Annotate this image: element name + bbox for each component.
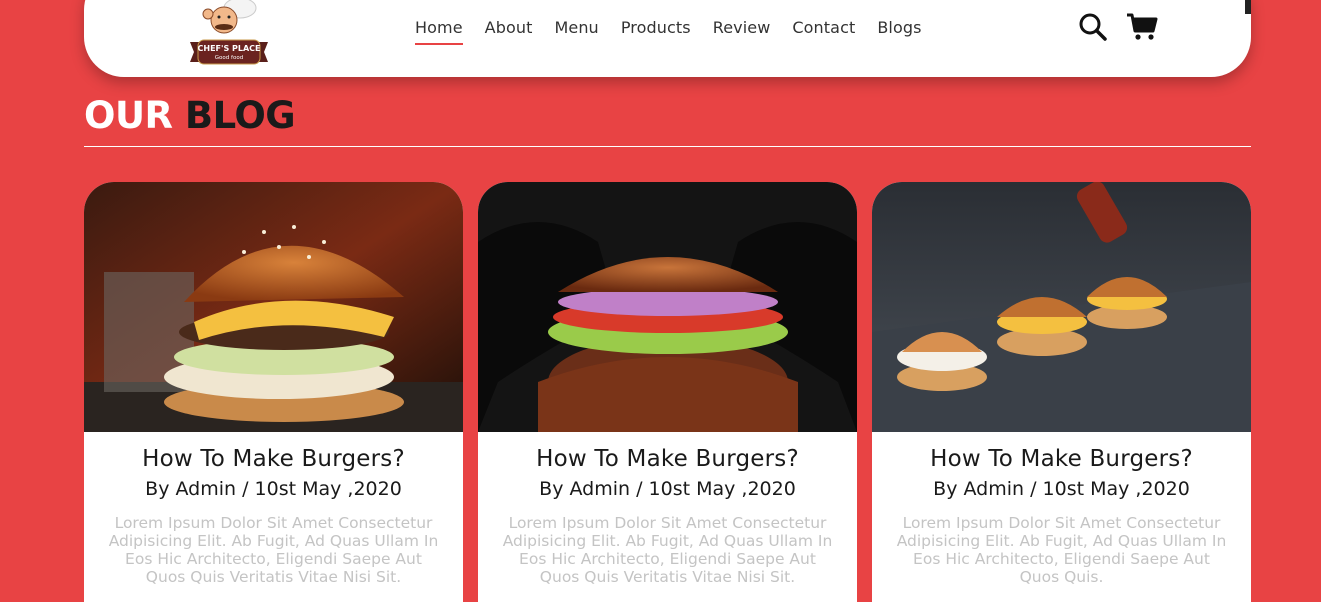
- blog-card[interactable]: How To Make Burgers? By Admin / 10st May…: [872, 182, 1251, 602]
- title-divider: [84, 146, 1251, 147]
- nav-review[interactable]: Review: [702, 17, 782, 45]
- nav-contact[interactable]: Contact: [781, 17, 866, 45]
- blog-card[interactable]: How To Make Burgers? By Admin / 10st May…: [478, 182, 857, 602]
- logo-title: CHEF'S PLACE: [198, 44, 261, 53]
- chef-logo-icon: CHEF'S PLACE Good food: [190, 0, 268, 65]
- blog-image-burger: [84, 182, 463, 432]
- blog-title[interactable]: How To Make Burgers?: [478, 446, 857, 472]
- logo[interactable]: CHEF'S PLACE Good food: [188, 0, 270, 70]
- blog-meta: By Admin / 10st May ,2020: [539, 478, 796, 500]
- nav-blogs[interactable]: Blogs: [866, 17, 932, 45]
- search-icon[interactable]: [1078, 12, 1108, 42]
- logo-subtitle: Good food: [215, 55, 243, 61]
- blog-meta: By Admin / 10st May ,2020: [933, 478, 1190, 500]
- blog-image-pulled-pork-burger: [478, 182, 857, 432]
- blog-excerpt: Lorem Ipsum Dolor Sit Amet Consectetur A…: [896, 514, 1227, 586]
- blog-card[interactable]: How To Make Burgers? By Admin / 10st May…: [84, 182, 463, 602]
- nav-menu[interactable]: Menu: [543, 17, 609, 45]
- nav-corner-decoration: [1245, 0, 1251, 14]
- section-title-part1: OUR: [84, 94, 173, 137]
- nav-products[interactable]: Products: [610, 17, 702, 45]
- blog-excerpt: Lorem Ipsum Dolor Sit Amet Consectetur A…: [502, 514, 833, 586]
- cart-icon[interactable]: [1126, 12, 1158, 42]
- nav-home[interactable]: Home: [404, 17, 474, 45]
- nav-about[interactable]: About: [474, 17, 544, 45]
- blog-title[interactable]: How To Make Burgers?: [84, 446, 463, 472]
- main-nav: Home About Menu Products Review Contact …: [404, 17, 933, 45]
- blog-excerpt: Lorem Ipsum Dolor Sit Amet Consectetur A…: [108, 514, 439, 586]
- blog-meta: By Admin / 10st May ,2020: [145, 478, 402, 500]
- section-title-part2: BLOG: [184, 94, 296, 137]
- section-title: OUR BLOG: [84, 94, 296, 137]
- blog-title[interactable]: How To Make Burgers?: [872, 446, 1251, 472]
- blog-image-mini-burgers: [872, 182, 1251, 432]
